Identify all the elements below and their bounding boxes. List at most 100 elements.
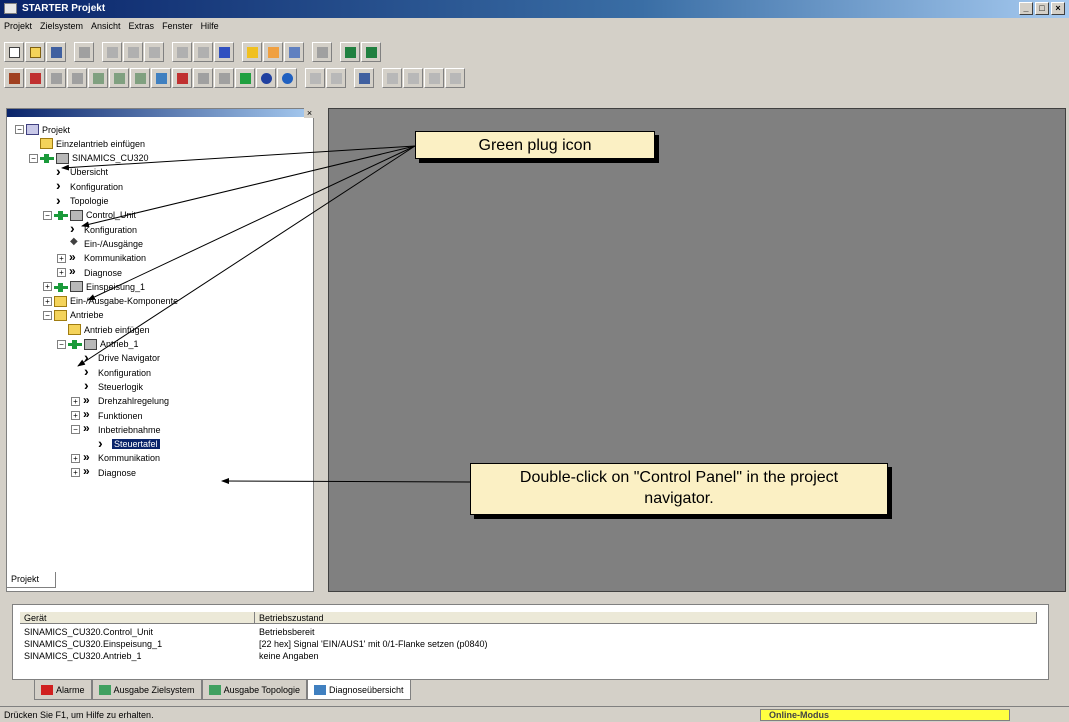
collapse-icon[interactable]: − [43,310,52,320]
tree-node[interactable]: Konfiguration [43,177,123,193]
collapse-icon[interactable]: − [71,425,80,435]
table-row-device[interactable]: SINAMICS_CU320.Antrieb_1 [20,651,146,663]
new-button[interactable] [4,42,24,62]
copy-button[interactable] [123,42,143,62]
tree-node[interactable]: Konfiguration [71,363,151,379]
expand-icon[interactable]: + [43,296,52,306]
expand-icon[interactable]: + [57,268,66,277]
expand-icon[interactable]: + [71,411,80,420]
drive-tool-8[interactable] [151,68,171,88]
tab-alarme[interactable]: Alarme [34,680,92,700]
tab-ausgabe-topologie[interactable]: Ausgabe Topologie [201,680,307,700]
close-button[interactable]: × [1051,2,1065,15]
help-button[interactable] [214,42,234,62]
expand-icon[interactable]: + [43,282,52,292]
collapse-icon[interactable]: − [57,339,66,349]
drive-tool-17[interactable] [354,68,374,88]
tab-label: Ausgabe Topologie [223,684,300,695]
tree-node[interactable]: Antrieb einfügen [57,323,150,336]
navigator-close-icon[interactable]: × [304,108,315,118]
table-row-device[interactable]: SINAMICS_CU320.Einspeisung_1 [20,639,166,651]
drive-tool-11[interactable] [214,68,234,88]
expand-icon[interactable]: + [71,396,80,406]
tab-diagnoseuebersicht[interactable]: Diagnoseübersicht [306,680,411,700]
compile-button[interactable] [312,42,332,62]
tree-node[interactable]: + Funktionen [71,407,143,422]
column-header-device[interactable]: Gerät [20,612,255,624]
drive-tool-1[interactable] [4,68,24,88]
redo-button[interactable] [193,42,213,62]
drive-tool-12[interactable] [235,68,255,88]
open-button[interactable] [25,42,45,62]
drive-tool-6[interactable] [109,68,129,88]
tree-node[interactable]: Übersicht [43,163,108,179]
tree-node-label: Ein-/Ausgänge [84,238,144,249]
tree-node[interactable]: − Control_Unit [43,209,136,222]
navigator-header [7,109,313,117]
download-button[interactable] [284,42,304,62]
tree-node-label: Einspeisung_1 [86,281,146,292]
tree-node[interactable]: + Kommunikation [71,450,160,465]
tree-node[interactable]: + Ein-/Ausgabe-Komponente [43,295,178,308]
drive-tool-9[interactable] [172,68,192,88]
undo-button[interactable] [172,42,192,62]
menu-projekt[interactable]: Projekt [4,21,32,33]
tree-node[interactable]: − Projekt [15,123,70,136]
accessible-nodes-button[interactable] [242,42,262,62]
menu-extras[interactable]: Extras [129,21,155,33]
collapse-icon[interactable]: − [15,125,24,134]
menu-ansicht[interactable]: Ansicht [91,21,121,33]
expand-icon[interactable]: + [71,453,80,463]
drive-tool-19[interactable] [403,68,423,88]
tree-node[interactable]: Ein-/Ausgänge [57,236,144,250]
tree-node[interactable]: + Kommunikation [57,250,146,265]
online-button[interactable] [340,42,360,62]
tree-node[interactable]: + Einspeisung_1 [43,280,145,293]
drive-tool-4[interactable] [67,68,87,88]
drive-tool-2[interactable] [25,68,45,88]
tree-node[interactable]: − Antriebe [43,309,104,322]
drive-tool-16[interactable] [326,68,346,88]
print-button[interactable] [74,42,94,62]
menu-hilfe[interactable]: Hilfe [201,21,219,33]
drive-tool-14[interactable] [277,68,297,88]
connect-button[interactable] [263,42,283,62]
drive-tool-3[interactable] [46,68,66,88]
drive-tool-20[interactable] [424,68,444,88]
minimize-button[interactable]: _ [1019,2,1033,15]
cut-button[interactable] [102,42,122,62]
menu-zielsystem[interactable]: Zielsystem [40,21,83,33]
maximize-button[interactable]: □ [1035,2,1049,15]
drive-tool-10[interactable] [193,68,213,88]
drive-tool-15[interactable] [305,68,325,88]
table-row-device[interactable]: SINAMICS_CU320.Control_Unit [20,627,157,639]
expand-icon[interactable]: + [71,468,80,478]
tree-node[interactable]: − Antrieb_1 [57,338,139,351]
tree-node[interactable]: Steuerlogik [71,377,143,393]
offline-button[interactable] [361,42,381,62]
tree-node[interactable]: Konfiguration [57,220,137,236]
tab-projekt[interactable]: Projekt [6,572,56,588]
drive-tool-18[interactable] [382,68,402,88]
tree-node[interactable]: + Diagnose [57,264,122,279]
tree-node[interactable]: Steuertafel [85,435,160,451]
network-icon [247,47,258,58]
collapse-icon[interactable]: − [43,210,52,220]
tree-node[interactable]: Topologie [43,192,109,208]
tree-node[interactable]: Einzelantrieb einfügen [29,137,145,150]
expand-icon[interactable]: + [57,253,66,263]
paste-button[interactable] [144,42,164,62]
drive-tool-5[interactable] [88,68,108,88]
collapse-icon[interactable]: − [29,153,38,163]
tab-ausgabe-zielsystem[interactable]: Ausgabe Zielsystem [91,680,202,700]
tree-node[interactable]: − SINAMICS_CU320 [29,152,149,165]
tree-node[interactable]: + Drehzahlregelung [71,393,169,408]
column-header-state[interactable]: Betriebszustand [255,612,1037,624]
save-button[interactable] [46,42,66,62]
tree-node[interactable]: + Diagnose [71,464,136,479]
drive-tool-7[interactable] [130,68,150,88]
tree-node[interactable]: − Inbetriebnahme [71,421,161,436]
drive-tool-13[interactable] [256,68,276,88]
menu-fenster[interactable]: Fenster [162,21,193,33]
drive-tool-21[interactable] [445,68,465,88]
